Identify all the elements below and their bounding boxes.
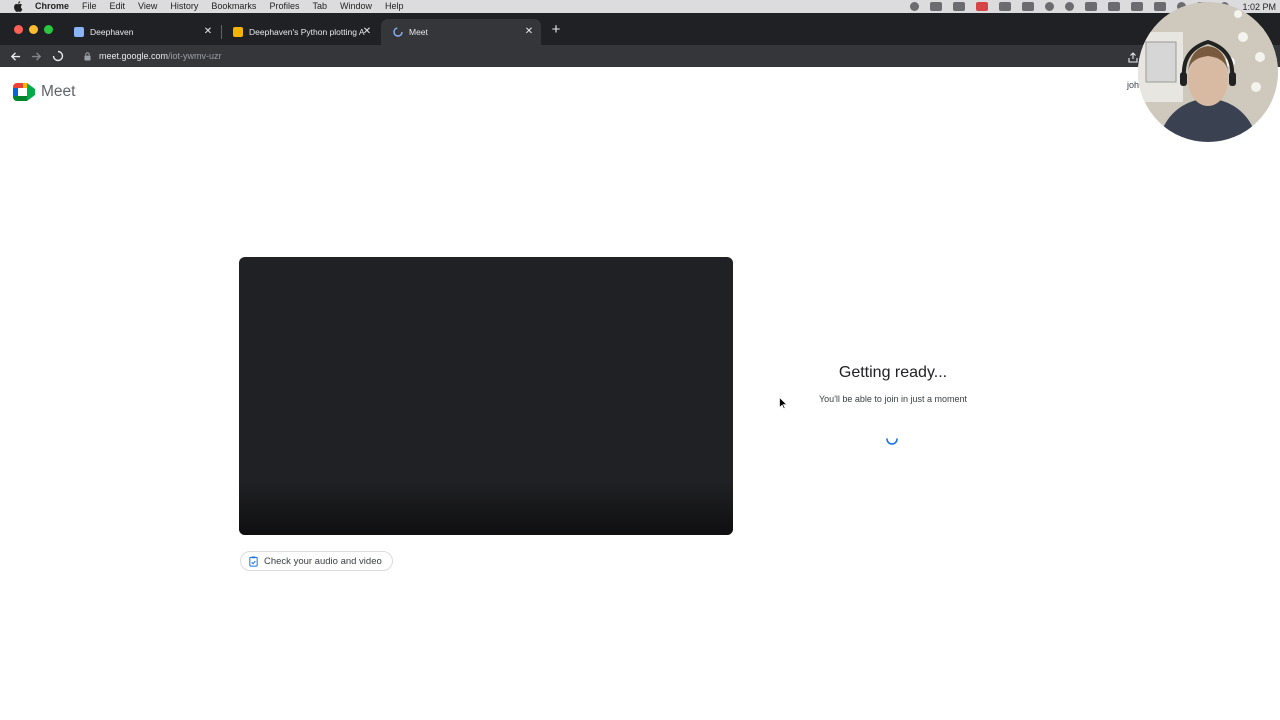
status-icon[interactable]: [1045, 2, 1055, 11]
close-tab-icon[interactable]: ✕: [361, 26, 373, 38]
share-icon[interactable]: [1128, 50, 1138, 63]
status-icon[interactable]: [976, 2, 989, 11]
tab-deephaven[interactable]: Deephaven ✕: [62, 19, 220, 45]
menu-file[interactable]: File: [82, 0, 97, 13]
menu-bookmarks[interactable]: Bookmarks: [211, 0, 256, 13]
back-button[interactable]: [7, 48, 23, 64]
meet-page: Meet joh Check your audio and video Gett…: [0, 67, 1280, 720]
tab-title: Deephaven's Python plotting A: [249, 27, 365, 37]
meet-icon: [393, 27, 403, 37]
slides-icon: [233, 27, 243, 37]
tab-title: Deephaven: [90, 27, 134, 37]
presenter-webcam-overlay: [1138, 2, 1278, 142]
status-icon[interactable]: [953, 2, 966, 11]
close-tab-icon[interactable]: ✕: [202, 26, 214, 38]
menu-app-chrome[interactable]: Chrome: [35, 0, 69, 13]
battery-icon[interactable]: [1131, 2, 1144, 11]
account-email[interactable]: joh: [1127, 80, 1139, 90]
menu-view[interactable]: View: [138, 0, 157, 13]
menu-window[interactable]: Window: [340, 0, 372, 13]
getting-ready-subtitle: You'll be able to join in just a moment: [819, 394, 967, 404]
close-tab-icon[interactable]: ✕: [523, 26, 535, 38]
menu-help[interactable]: Help: [385, 0, 404, 13]
lock-icon[interactable]: [82, 51, 92, 61]
window-controls: [14, 25, 53, 34]
url-path: /iot-ywmv-uzr: [168, 51, 222, 61]
check-audio-video-label: Check your audio and video: [264, 555, 382, 567]
menu-history[interactable]: History: [170, 0, 198, 13]
url-host: meet.google.com: [99, 51, 169, 61]
menu-clock[interactable]: 1:02 PM: [1242, 2, 1276, 12]
new-tab-button[interactable]: +: [549, 22, 563, 37]
tab-deephaven-python-plotting[interactable]: Deephaven's Python plotting A ✕: [221, 19, 379, 45]
status-icon[interactable]: [1022, 2, 1035, 11]
address-bar[interactable]: meet.google.com/iot-ywmv-uzr: [76, 47, 1136, 65]
meet-logo-text: Meet: [41, 83, 76, 100]
apple-icon[interactable]: [13, 1, 25, 12]
browser-toolbar: meet.google.com/iot-ywmv-uzr: [0, 45, 1280, 67]
play-icon[interactable]: [1065, 2, 1075, 11]
preview-gradient: [239, 480, 733, 535]
browser-tab-strip: Deephaven ✕ Deephaven's Python plotting …: [0, 13, 1280, 45]
tab-meet[interactable]: Meet ✕: [381, 19, 541, 45]
menu-profiles[interactable]: Profiles: [269, 0, 299, 13]
status-icon[interactable]: [999, 2, 1012, 11]
loading-spinner-icon: [885, 432, 899, 446]
bluetooth-icon[interactable]: [1108, 2, 1121, 11]
minimize-window-button[interactable]: [29, 25, 38, 34]
menu-edit[interactable]: Edit: [110, 0, 126, 13]
mouse-cursor-icon: [779, 396, 788, 410]
check-audio-video-button[interactable]: Check your audio and video: [240, 551, 393, 571]
meet-logo-icon: [13, 83, 35, 101]
forward-button[interactable]: [28, 48, 44, 64]
wifi-icon[interactable]: [1154, 2, 1167, 11]
deephaven-icon: [74, 27, 84, 37]
checklist-icon: [247, 555, 259, 567]
status-icon[interactable]: [910, 2, 920, 11]
menu-tab[interactable]: Tab: [312, 0, 327, 13]
maximize-window-button[interactable]: [44, 25, 53, 34]
close-window-button[interactable]: [14, 25, 23, 34]
tab-title: Meet: [409, 27, 428, 37]
getting-ready-heading: Getting ready...: [838, 364, 948, 381]
stop-loading-button[interactable]: [50, 48, 66, 64]
status-icon[interactable]: [930, 2, 943, 11]
meet-logo[interactable]: Meet: [13, 83, 75, 101]
macos-menu-bar: Chrome File Edit View History Bookmarks …: [0, 0, 1280, 13]
video-preview: [239, 257, 733, 535]
status-icon[interactable]: [1085, 2, 1098, 11]
